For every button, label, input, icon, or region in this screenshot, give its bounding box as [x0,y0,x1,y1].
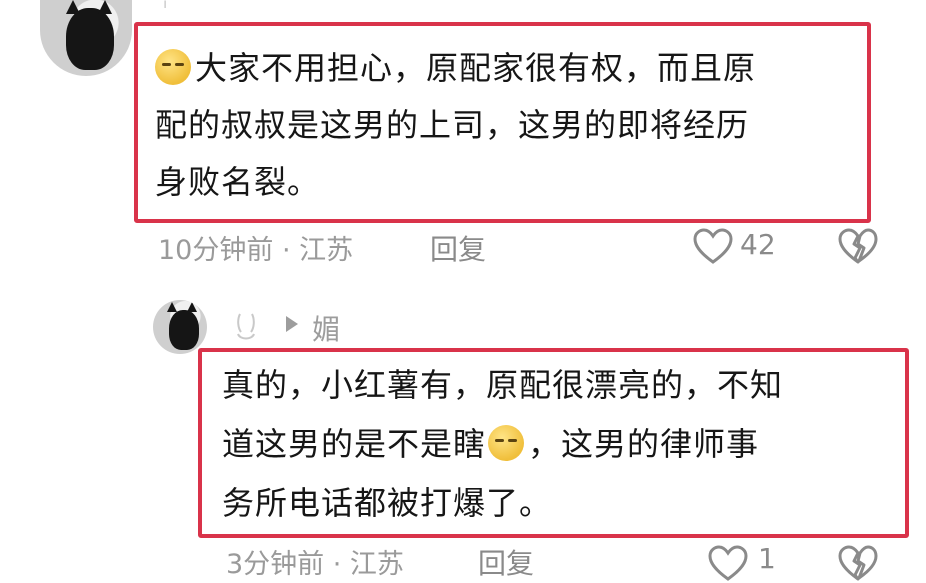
comment-line: 配的叔叔是这男的上司，这男的即将经历 [155,106,750,144]
broken-heart-icon[interactable] [838,228,878,266]
broken-heart-icon[interactable] [838,545,878,583]
heart-icon[interactable] [693,228,733,266]
comment-line-text: 道这男的是不是瞎 [222,425,487,463]
reply-button[interactable]: 回复 [430,228,486,268]
username-icon [237,313,255,340]
avatar[interactable] [40,0,132,76]
heart-icon[interactable] [708,545,748,583]
comment-time-location: 3分钟前 · 江苏 [226,549,404,580]
reply-to-name[interactable]: 媚 [312,308,340,348]
comment-line-text: 大家不用担心，原配家很有权，而且原 [195,49,757,87]
reply-button[interactable]: 回复 [478,542,534,582]
comment-text: 大家不用担心，原配家很有权，而且原 配的叔叔是这男的上司，这男的即将经历 身败名… [155,40,865,211]
face-emoji-icon [155,49,191,85]
like-count: 42 [740,228,776,261]
comment-time-location: 10分钟前 · 江苏 [158,235,354,266]
reply-arrow-icon [286,316,298,332]
comment-line-text: ，这男的律师事 [528,425,760,463]
avatar[interactable] [153,300,207,354]
like-count: 1 [758,542,776,575]
comment-line: 真的，小红薯有，原配很漂亮的，不知 [222,366,784,404]
comment-line: 道这男的是不是瞎 ，这男的律师事 [222,415,902,474]
username-partial-top: ᵢ [163,0,168,14]
comment-line: 大家不用担心，原配家很有权，而且原 [155,40,865,97]
comment-line: 务所电话都被打爆了。 [222,484,553,522]
face-emoji-icon [488,425,525,461]
comment-text: 真的，小红薯有，原配很漂亮的，不知 道这男的是不是瞎 ，这男的律师事 务所电话都被… [222,356,902,533]
comment-line: 身败名裂。 [155,163,321,201]
